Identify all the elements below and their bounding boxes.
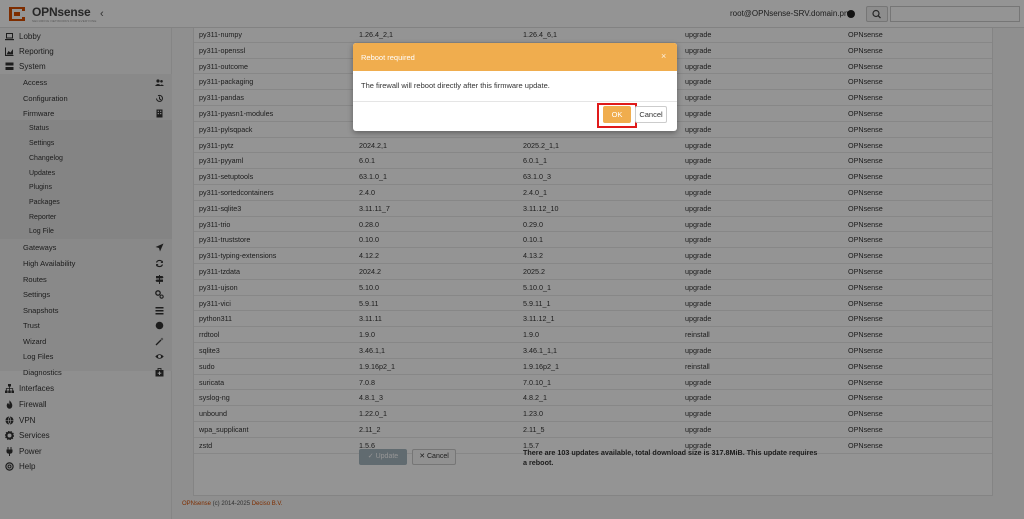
ok-button[interactable]: OK (603, 106, 631, 123)
dialog-title: Reboot required (361, 53, 415, 62)
divider (353, 101, 677, 102)
dialog-message: The firewall will reboot directly after … (361, 81, 550, 90)
close-icon[interactable]: × (661, 51, 666, 61)
reboot-dialog: Reboot required × The firewall will rebo… (353, 43, 677, 131)
dialog-header: Reboot required × (353, 43, 677, 71)
cancel-button[interactable]: Cancel (635, 106, 667, 123)
